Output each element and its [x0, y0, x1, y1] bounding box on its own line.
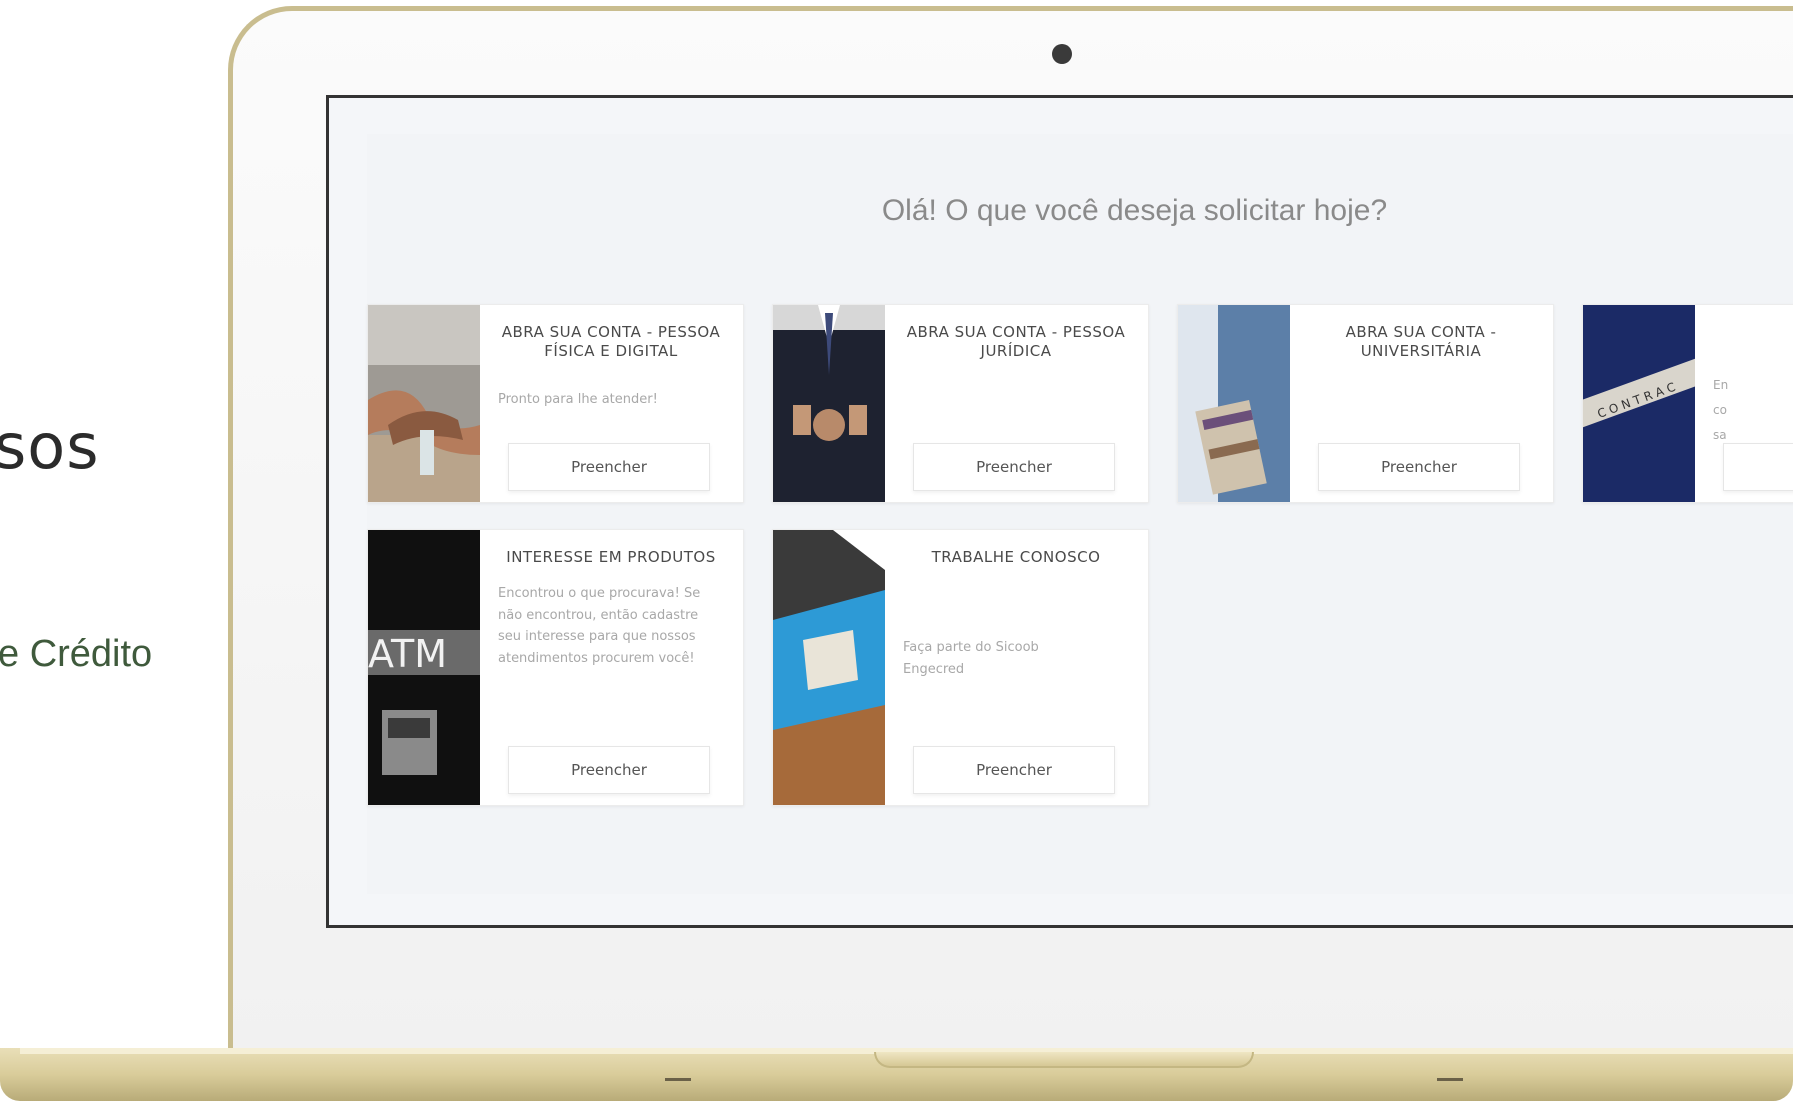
card-description: Encontrou o que procurava! Se não encont… [498, 586, 701, 666]
card-description-partial: En co sa [1713, 378, 1729, 442]
laptop-hinge-notch [874, 1052, 1254, 1068]
preencher-button[interactable]: Preencher [1318, 443, 1520, 491]
card-description: Faça parte do Sicoob Engecred [903, 640, 1039, 677]
card-title: ABRA SUA CONTA - PESSOA JURÍDICA [906, 323, 1126, 360]
webcam-icon [1052, 44, 1072, 64]
card-conta-pessoa-fisica: ABRA SUA CONTA - PESSOA FÍSICA E DIGITAL… [367, 304, 744, 503]
card-description: Pronto para lhe atender! [498, 392, 658, 407]
card-title: INTERESSE EM PRODUTOS [506, 548, 716, 566]
laptop-foot-left [665, 1078, 691, 1081]
card-title: ABRA SUA CONTA - PESSOA FÍSICA E DIGITAL [501, 323, 721, 360]
page-headline: Olá! O que você deseja solicitar hoje? [881, 194, 1388, 227]
svg-text:ATM: ATM [368, 632, 447, 676]
contract-letters-photo-icon: C O N T R A C [1583, 305, 1695, 502]
preencher-button-partial[interactable] [1723, 443, 1793, 491]
student-books-photo-icon [1178, 305, 1290, 502]
card-title: ABRA SUA CONTA - UNIVERSITÁRIA [1345, 323, 1497, 360]
card-trabalhe-conosco: TRABALHE CONOSCO Faça parte do Sicoob En… [772, 529, 1149, 806]
preencher-button[interactable]: Preencher [508, 746, 710, 794]
handshake-photo-icon [368, 305, 480, 502]
preencher-button[interactable]: Preencher [508, 443, 710, 491]
preencher-button[interactable]: Preencher [913, 443, 1115, 491]
card-conta-pessoa-juridica: ABRA SUA CONTA - PESSOA JURÍDICA Preench… [772, 304, 1149, 503]
preencher-button[interactable]: Preencher [913, 746, 1115, 794]
laptop-screen: Olá! O que você deseja solicitar hoje? A… [326, 95, 1793, 928]
card-title: TRABALHE CONOSCO [931, 548, 1101, 566]
card-contrato-partial: C O N T R A C En co sa [1582, 304, 1793, 503]
atm-photo-icon: ATM [368, 530, 480, 805]
side-subtitle-fragment: e Crédito [0, 633, 153, 675]
laptop-foot-right [1437, 1078, 1463, 1081]
page-area: Olá! O que você deseja solicitar hoje? A… [367, 134, 1793, 894]
side-title-fragment: sos [0, 410, 100, 483]
businessman-suit-photo-icon [773, 305, 885, 502]
card-conta-universitaria: ABRA SUA CONTA - UNIVERSITÁRIA Preencher [1177, 304, 1554, 503]
card-interesse-produtos: ATM INTERESSE EM PRODUTOS Encontrou o qu… [367, 529, 744, 806]
puzzle-photo-icon [773, 530, 885, 805]
